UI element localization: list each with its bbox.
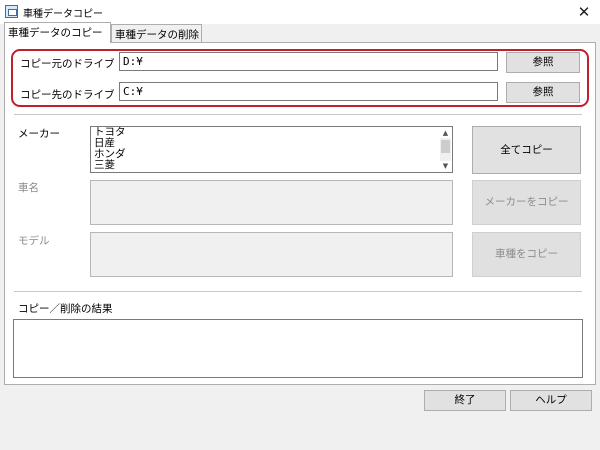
scrollbar-thumb[interactable] xyxy=(441,140,450,153)
maker-label: メーカー xyxy=(18,128,60,140)
help-button[interactable]: ヘルプ xyxy=(510,390,592,411)
copy-car-button[interactable]: 車種をコピー xyxy=(472,232,581,277)
dest-browse-button[interactable]: 参照 xyxy=(506,82,580,103)
tab-delete[interactable]: 車種データの削除 xyxy=(111,24,202,42)
tab-copy[interactable]: 車種データのコピー xyxy=(4,22,111,43)
divider xyxy=(14,291,582,292)
scroll-down-icon[interactable]: ▼ xyxy=(440,161,451,171)
source-browse-button[interactable]: 参照 xyxy=(506,52,580,73)
close-icon[interactable]: ✕ xyxy=(572,2,596,22)
list-item[interactable]: 三菱 xyxy=(94,160,115,171)
result-textarea[interactable] xyxy=(13,319,583,378)
copy-all-button[interactable]: 全てコピー xyxy=(472,126,581,174)
scroll-up-icon[interactable]: ▲ xyxy=(440,128,451,138)
source-drive-label: コピー元のドライブ xyxy=(20,58,115,70)
source-drive-input[interactable]: D:¥ xyxy=(119,52,498,71)
model-listbox[interactable] xyxy=(90,232,453,277)
model-label: モデル xyxy=(18,235,50,247)
maker-listbox[interactable]: トヨタ 日産 ホンダ 三菱 ▲ ▼ xyxy=(90,126,453,173)
car-name-listbox[interactable] xyxy=(90,180,453,225)
dest-drive-label: コピー先のドライブ xyxy=(20,89,115,101)
window-title: 車種データコピー xyxy=(23,9,103,20)
car-name-label: 車名 xyxy=(18,182,39,194)
copy-maker-button[interactable]: メーカーをコピー xyxy=(472,180,581,225)
dest-drive-input[interactable]: C:¥ xyxy=(119,82,498,101)
exit-button[interactable]: 終了 xyxy=(424,390,506,411)
app-icon xyxy=(5,5,18,18)
divider xyxy=(14,114,582,115)
result-label: コピー／削除の結果 xyxy=(18,303,113,315)
